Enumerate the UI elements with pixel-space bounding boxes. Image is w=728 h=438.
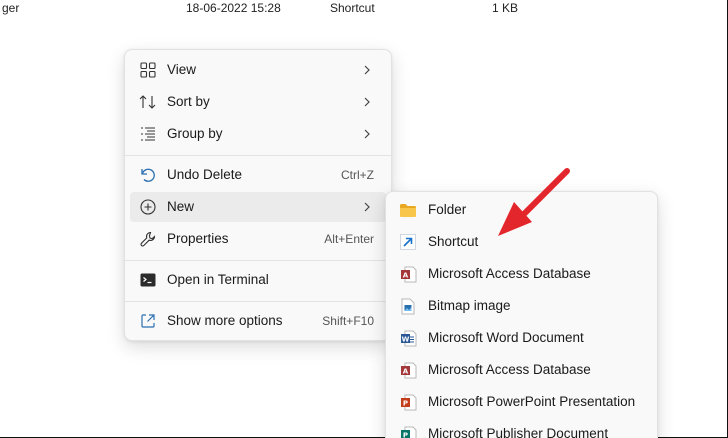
chevron-right-icon: [360, 63, 374, 77]
file-list-row[interactable]: ger 18-06-2022 15:28 Shortcut 1 KB: [0, 0, 728, 18]
menu-item-label: View: [167, 62, 197, 77]
submenu-item-label: Folder: [428, 202, 467, 217]
menu-item-label: Group by: [167, 126, 223, 141]
group-list-icon: [139, 125, 157, 143]
menu-item-sort-by[interactable]: Sort by: [130, 87, 386, 117]
menu-item-label: New: [167, 199, 195, 214]
publisher-file-icon: P: [399, 425, 417, 438]
menu-item-open-in-terminal[interactable]: Open in Terminal: [130, 265, 386, 295]
keyboard-shortcut: Ctrl+Z: [341, 168, 374, 182]
share-expand-icon: [139, 312, 157, 330]
access-file-icon: A: [399, 265, 417, 283]
folder-icon: [399, 201, 417, 219]
submenu-item-label: Microsoft Word Document: [428, 330, 584, 345]
svg-text:P: P: [402, 431, 407, 438]
file-type: Shortcut: [330, 1, 375, 15]
svg-text:P: P: [402, 399, 407, 407]
submenu-item-publisher-document[interactable]: P Microsoft Publisher Document: [391, 419, 652, 438]
menu-item-label: Sort by: [167, 94, 210, 109]
view-grid-icon: [139, 61, 157, 79]
keyboard-shortcut: Alt+Enter: [324, 232, 374, 246]
svg-text:A: A: [402, 271, 408, 279]
menu-item-view[interactable]: View: [130, 55, 386, 85]
menu-separator: [125, 155, 391, 156]
terminal-icon: [139, 271, 157, 289]
submenu-item-access-database[interactable]: A Microsoft Access Database: [391, 259, 652, 289]
file-date-modified: 18-06-2022 15:28: [186, 1, 281, 15]
menu-item-label: Open in Terminal: [167, 272, 269, 287]
menu-item-label: Show more options: [167, 313, 283, 328]
chevron-right-icon: [360, 127, 374, 141]
menu-separator: [125, 260, 391, 261]
submenu-item-word-document[interactable]: W Microsoft Word Document: [391, 323, 652, 353]
powerpoint-file-icon: P: [399, 393, 417, 411]
menu-item-show-more-options[interactable]: Show more options Shift+F10: [130, 306, 386, 336]
svg-text:W: W: [401, 335, 409, 343]
chevron-right-icon: [360, 95, 374, 109]
submenu-item-label: Microsoft Publisher Document: [428, 426, 609, 438]
annotation-arrow-icon: [470, 160, 580, 250]
file-name: ger: [2, 1, 20, 15]
submenu-item-label: Microsoft Access Database: [428, 362, 591, 377]
shortcut-arrow-icon: [399, 233, 417, 251]
submenu-item-bitmap-image[interactable]: Bitmap image: [391, 291, 652, 321]
menu-item-label: Properties: [167, 231, 229, 246]
menu-item-undo-delete[interactable]: Undo Delete Ctrl+Z: [130, 160, 386, 190]
chevron-right-icon: [360, 200, 374, 214]
svg-text:A: A: [402, 367, 408, 375]
wrench-icon: [139, 230, 157, 248]
file-size: 1 KB: [492, 1, 519, 15]
sort-icon: [139, 93, 157, 111]
menu-separator: [125, 301, 391, 302]
menu-item-new[interactable]: New: [130, 192, 386, 222]
keyboard-shortcut: Shift+F10: [322, 314, 374, 328]
undo-icon: [139, 166, 157, 184]
submenu-item-access-database-2[interactable]: A Microsoft Access Database: [391, 355, 652, 385]
menu-item-properties[interactable]: Properties Alt+Enter: [130, 224, 386, 254]
access-file-icon: A: [399, 361, 417, 379]
submenu-item-label: Bitmap image: [428, 298, 511, 313]
context-menu: View Sort by Group by Undo Delete Ctrl+Z…: [124, 49, 392, 341]
menu-item-label: Undo Delete: [167, 167, 243, 182]
submenu-item-label: Microsoft Access Database: [428, 266, 591, 281]
menu-item-group-by[interactable]: Group by: [130, 119, 386, 149]
bitmap-file-icon: [399, 297, 417, 315]
word-file-icon: W: [399, 329, 417, 347]
submenu-item-label: Microsoft PowerPoint Presentation: [428, 394, 636, 409]
plus-circle-icon: [139, 198, 157, 216]
submenu-item-powerpoint-presentation[interactable]: P Microsoft PowerPoint Presentation: [391, 387, 652, 417]
